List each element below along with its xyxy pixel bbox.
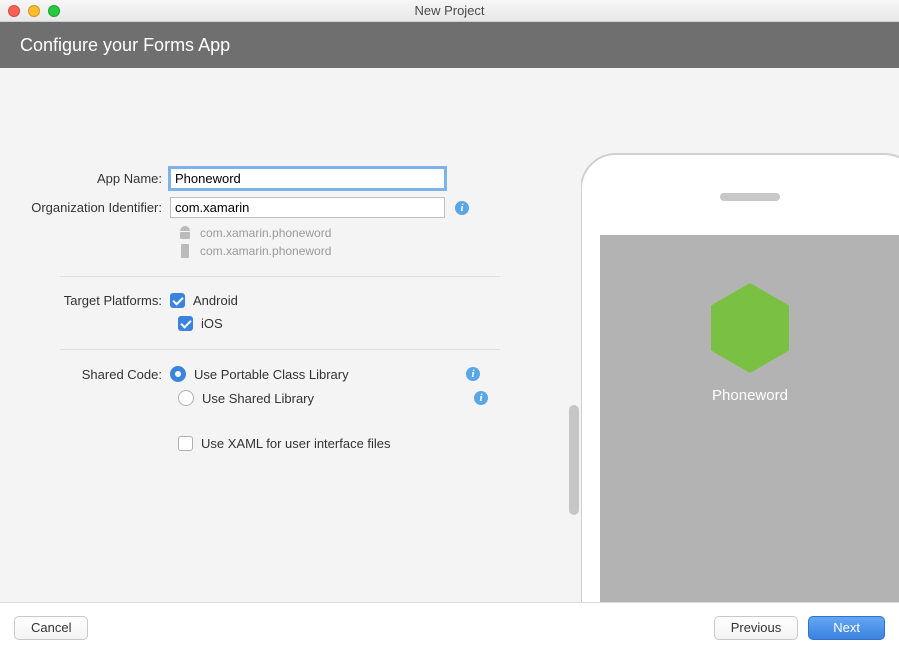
- footer: Cancel Previous Next: [0, 602, 899, 652]
- pcl-radio-label: Use Portable Class Library: [194, 367, 349, 382]
- app-icon-label: Phoneword: [712, 387, 788, 404]
- main-content: App Name: Organization Identifier: i com…: [0, 68, 899, 602]
- xaml-checkbox-label: Use XAML for user interface files: [201, 436, 391, 451]
- bundle-id-hint-android: com.xamarin.phoneword: [178, 226, 540, 240]
- phone-screen: Phoneword: [600, 235, 899, 602]
- xaml-row: Use XAML for user interface files: [178, 436, 540, 451]
- next-button[interactable]: Next: [808, 616, 885, 640]
- bundle-id-hint-ios: com.xamarin.phoneword: [178, 244, 540, 258]
- divider: [60, 276, 500, 277]
- phone-speaker: [720, 193, 780, 201]
- org-id-row: Organization Identifier: i: [30, 197, 540, 218]
- app-icon: [711, 283, 789, 373]
- phone-icon: [178, 244, 192, 258]
- preview-panel: Phoneword: [560, 68, 899, 602]
- window-titlebar: New Project: [0, 0, 899, 22]
- page-title: Configure your Forms App: [20, 35, 230, 56]
- org-id-label: Organization Identifier:: [30, 200, 170, 215]
- shared-code-row: Shared Code: Use Portable Class Library …: [30, 366, 540, 382]
- ios-platform-row: iOS: [178, 316, 540, 331]
- ios-checkbox[interactable]: [178, 316, 193, 331]
- shared-library-radio-label: Use Shared Library: [202, 391, 314, 406]
- scrollbar-track[interactable]: [567, 155, 581, 602]
- form-panel: App Name: Organization Identifier: i com…: [0, 68, 560, 602]
- previous-button[interactable]: Previous: [714, 616, 799, 640]
- org-id-input[interactable]: [170, 197, 445, 218]
- scrollbar-thumb[interactable]: [569, 405, 579, 515]
- android-checkbox-label: Android: [193, 293, 238, 308]
- page-header: Configure your Forms App: [0, 22, 899, 68]
- android-checkbox[interactable]: [170, 293, 185, 308]
- android-icon: [178, 226, 192, 240]
- app-name-input[interactable]: [170, 168, 445, 189]
- info-icon[interactable]: i: [455, 201, 469, 215]
- app-name-row: App Name:: [30, 168, 540, 189]
- target-platforms-row: Target Platforms: Android: [30, 293, 540, 308]
- xaml-checkbox[interactable]: [178, 436, 193, 451]
- shared-library-row: Use Shared Library i: [178, 390, 488, 406]
- target-platforms-label: Target Platforms:: [30, 293, 170, 308]
- window-title: New Project: [0, 3, 899, 18]
- info-icon[interactable]: i: [466, 367, 480, 381]
- shared-library-radio[interactable]: [178, 390, 194, 406]
- shared-code-label: Shared Code:: [30, 367, 170, 382]
- phone-preview: Phoneword: [580, 153, 899, 602]
- cancel-button[interactable]: Cancel: [14, 616, 88, 640]
- ios-checkbox-label: iOS: [201, 316, 223, 331]
- bundle-id-hint-ios-text: com.xamarin.phoneword: [200, 244, 331, 258]
- info-icon[interactable]: i: [474, 391, 488, 405]
- divider: [60, 349, 500, 350]
- app-name-label: App Name:: [30, 171, 170, 186]
- pcl-radio[interactable]: [170, 366, 186, 382]
- bundle-id-hint-android-text: com.xamarin.phoneword: [200, 226, 331, 240]
